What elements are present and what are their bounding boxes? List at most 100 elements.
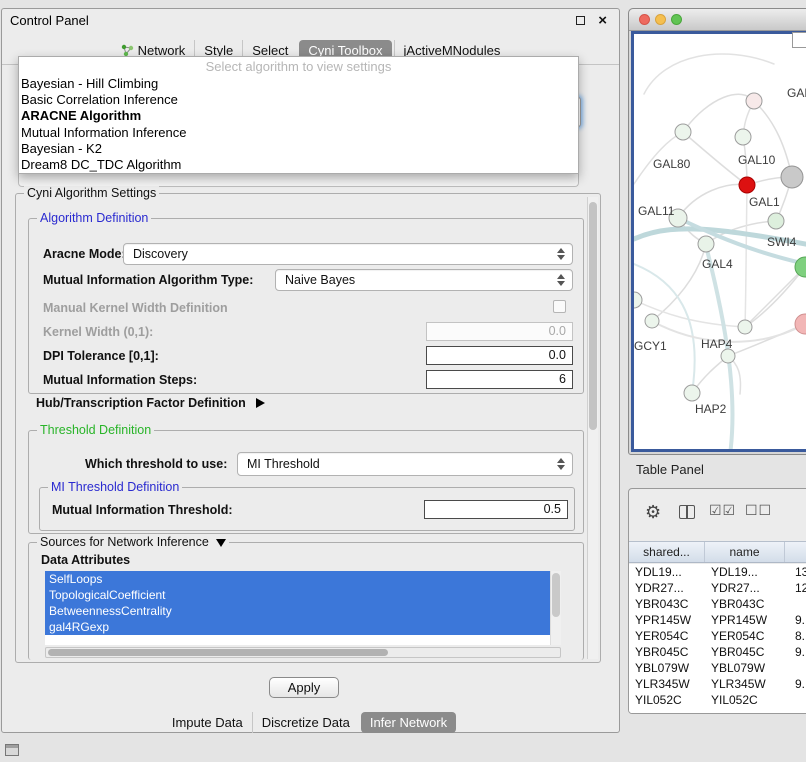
close-traffic-light[interactable] xyxy=(639,14,650,25)
sources-section-toggle[interactable]: Sources for Network Inference xyxy=(37,535,229,550)
table-cell: YPR145W xyxy=(705,612,785,628)
algorithm-option-dream8-dc-tdc-algorithm[interactable]: Dream8 DC_TDC Algorithm xyxy=(19,157,578,173)
table-cell: 9. xyxy=(785,612,806,628)
which-threshold-combo[interactable]: MI Threshold xyxy=(237,452,573,476)
table-row[interactable]: YDR27...YDR27...12 xyxy=(629,580,806,596)
column-header-extra[interactable] xyxy=(785,542,806,562)
which-threshold-value: MI Threshold xyxy=(247,457,320,471)
attribute-item-selfloops[interactable]: SelfLoops xyxy=(45,571,550,587)
sources-group: Sources for Network Inference Data Attri… xyxy=(28,542,584,660)
settings-scrollbar[interactable] xyxy=(587,197,598,659)
algorithm-option-aracne-algorithm[interactable]: ARACNE Algorithm xyxy=(19,108,578,124)
network-node[interactable] xyxy=(746,93,762,109)
table-cell: YDL19... xyxy=(629,564,705,580)
table-cell: YER054C xyxy=(629,628,705,644)
table-row[interactable]: YIL052CYIL052C xyxy=(629,692,806,708)
network-node[interactable] xyxy=(738,320,752,334)
network-node[interactable] xyxy=(684,385,700,401)
attribute-item-gal4rgexp[interactable]: gal4RGexp xyxy=(45,619,550,635)
network-canvas[interactable]: GALGAL80GAL10GAL11GAL1SWI4GAL4GCY1HAP4HA… xyxy=(631,31,806,452)
table-row[interactable]: YBR043CYBR043C xyxy=(629,596,806,612)
kernel-width-field: 0.0 xyxy=(426,322,573,341)
deselect-all-checkboxes-icon[interactable]: ☐☐ xyxy=(745,502,772,519)
network-node[interactable] xyxy=(721,349,735,363)
node-label-swi4: SWI4 xyxy=(767,235,797,249)
node-label-gal10: GAL10 xyxy=(738,153,776,167)
hub-transcription-section-toggle[interactable]: Hub/Transcription Factor Definition xyxy=(36,396,265,410)
table-row[interactable]: YLR345WYLR345W9. xyxy=(629,676,806,692)
column-header-name[interactable]: name xyxy=(705,542,785,562)
column-header-shared[interactable]: shared... xyxy=(629,542,705,562)
tab-discretize-data[interactable]: Discretize Data xyxy=(252,712,359,733)
dpi-tolerance-field[interactable]: 0.0 xyxy=(426,346,573,365)
mi-threshold-field[interactable]: 0.5 xyxy=(424,500,568,519)
algorithm-option-list: Bayesian - Hill ClimbingBasic Correlatio… xyxy=(19,76,578,173)
close-icon[interactable]: × xyxy=(598,11,607,31)
attribute-item-betweennesscentrality[interactable]: BetweennessCentrality xyxy=(45,603,550,619)
network-node[interactable] xyxy=(675,124,691,140)
manual-kernel-label: Manual Kernel Width Definition xyxy=(43,301,228,315)
stepper-icon xyxy=(557,248,565,260)
table-cell: YIL052C xyxy=(629,692,705,708)
manual-kernel-checkbox[interactable] xyxy=(553,300,566,313)
tab-infer-network[interactable]: Infer Network xyxy=(361,712,456,733)
table-cell: YBR045C xyxy=(629,644,705,660)
zoom-traffic-light[interactable] xyxy=(671,14,682,25)
table-cell: YBR045C xyxy=(705,644,785,660)
network-edge xyxy=(644,54,774,94)
network-node[interactable] xyxy=(768,213,784,229)
desktop: Control Panel × NetworkStyleSelectCyni T… xyxy=(0,0,806,762)
mi-steps-field[interactable]: 6 xyxy=(426,370,573,389)
node-label-gal11: GAL11 xyxy=(638,204,675,218)
network-window-titlebar[interactable] xyxy=(629,9,806,31)
table-cell xyxy=(785,596,806,612)
table-row[interactable]: YER054CYER054C8. xyxy=(629,628,806,644)
control-panel-titlebar[interactable]: Control Panel × xyxy=(2,9,619,33)
mi-type-label: Mutual Information Algorithm Type: xyxy=(43,273,253,287)
table-row[interactable]: YBR045CYBR045C9. xyxy=(629,644,806,660)
float-window-icon[interactable] xyxy=(576,16,585,25)
select-all-checkboxes-icon[interactable]: ☑☑ xyxy=(709,502,736,519)
network-node[interactable] xyxy=(645,314,659,328)
scrollbar-thumb[interactable] xyxy=(589,202,597,430)
apply-button[interactable]: Apply xyxy=(269,677,339,698)
minimized-panel-icon[interactable] xyxy=(5,744,19,756)
table-row[interactable]: YDL19...YDL19...13 xyxy=(629,564,806,580)
table-cell: 8. xyxy=(785,628,806,644)
minimize-traffic-light[interactable] xyxy=(655,14,666,25)
tab-impute-data[interactable]: Impute Data xyxy=(163,712,252,733)
network-node[interactable] xyxy=(739,177,755,193)
table-panel-window: ⚙ ☑☑ ☐☐ shared... name YDL19...YDL19...1… xyxy=(628,488,806,714)
attributes-horizontal-scrollbar[interactable] xyxy=(45,647,561,658)
network-view-window: GALGAL80GAL10GAL11GAL1SWI4GAL4GCY1HAP4HA… xyxy=(628,8,806,455)
scrollbar-thumb[interactable] xyxy=(48,649,388,656)
table-row[interactable]: YPR145WYPR145W9. xyxy=(629,612,806,628)
network-node[interactable] xyxy=(698,236,714,252)
gear-icon[interactable]: ⚙ xyxy=(645,501,661,523)
network-node[interactable] xyxy=(735,129,751,145)
algorithm-option-mutual-information-inference[interactable]: Mutual Information Inference xyxy=(19,125,578,141)
algorithm-option-bayesian-k2[interactable]: Bayesian - K2 xyxy=(19,141,578,157)
network-node[interactable] xyxy=(781,166,803,188)
column-settings-icon[interactable] xyxy=(679,505,695,519)
which-threshold-label: Which threshold to use: xyxy=(85,457,227,471)
table-row[interactable]: YBL079WYBL079W xyxy=(629,660,806,676)
algorithm-definition-group: Algorithm Definition Aracne Mode: Discov… xyxy=(28,218,584,394)
mi-type-combo[interactable]: Naive Bayes xyxy=(275,269,573,291)
scrollbar-thumb[interactable] xyxy=(552,573,560,617)
network-node[interactable] xyxy=(634,292,642,308)
attribute-item-topologicalcoefficient[interactable]: TopologicalCoefficient xyxy=(45,587,550,603)
algorithm-option-basic-correlation-inference[interactable]: Basic Correlation Inference xyxy=(19,92,578,108)
table-cell: YBR043C xyxy=(705,596,785,612)
algorithm-option-bayesian-hill-climbing[interactable]: Bayesian - Hill Climbing xyxy=(19,76,578,92)
cyni-bottom-tabs: Impute DataDiscretize DataInfer Network xyxy=(2,709,619,735)
network-scroll-corner[interactable] xyxy=(792,32,806,48)
aracne-mode-combo[interactable]: Discovery xyxy=(123,243,573,265)
algorithm-combo-partial[interactable] xyxy=(18,173,579,187)
attributes-vertical-scrollbar[interactable] xyxy=(550,571,561,645)
table-toolbar: ⚙ ☑☑ ☐☐ xyxy=(629,489,806,537)
network-node[interactable] xyxy=(795,314,806,334)
network-edge xyxy=(745,267,805,327)
data-attributes-label: Data Attributes xyxy=(41,553,130,567)
table-cell: 9. xyxy=(785,676,806,692)
